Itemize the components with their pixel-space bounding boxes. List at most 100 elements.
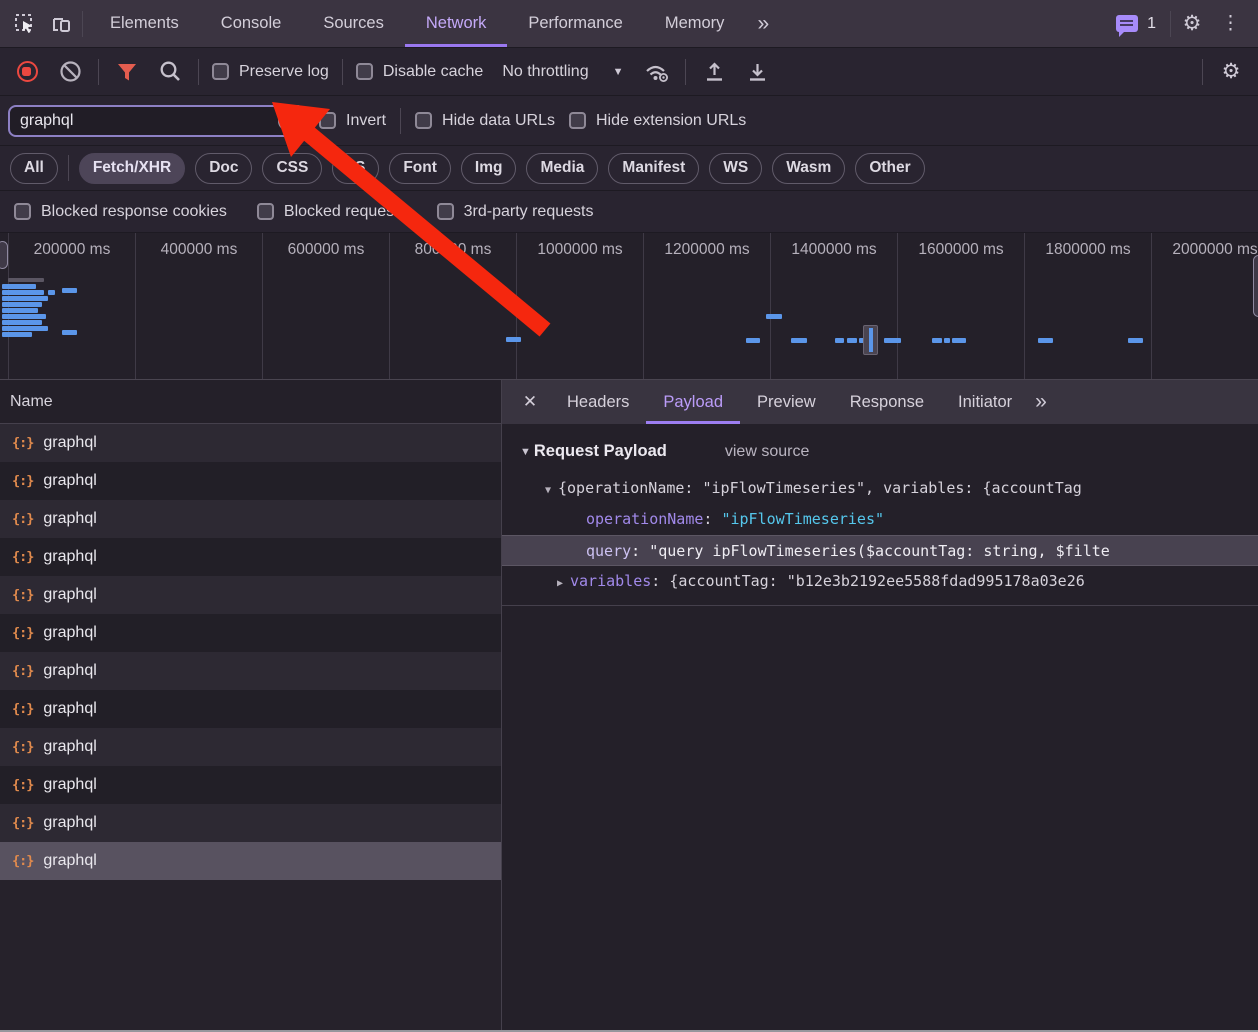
json-braces-icon: {:} xyxy=(12,625,33,641)
filter-chip-js[interactable]: JS xyxy=(332,153,379,184)
tab-preview[interactable]: Preview xyxy=(740,380,833,424)
checkbox-icon xyxy=(14,203,31,220)
filter-chip-media[interactable]: Media xyxy=(526,153,598,184)
filter-chip-wasm[interactable]: Wasm xyxy=(772,153,845,184)
table-row[interactable]: {:}graphql xyxy=(0,690,501,728)
close-details-icon[interactable]: ✕ xyxy=(510,392,550,412)
details-tabbar: ✕ HeadersPayloadPreviewResponseInitiator… xyxy=(502,380,1258,424)
invert-checkbox[interactable]: Invert xyxy=(319,112,386,130)
hide-extension-urls-checkbox[interactable]: Hide extension URLs xyxy=(569,112,746,130)
search-icon[interactable] xyxy=(155,55,185,89)
tab-network[interactable]: Network xyxy=(405,0,508,47)
table-row[interactable]: {:}graphql xyxy=(0,652,501,690)
disclosure-open-icon[interactable]: ▼ xyxy=(538,475,558,504)
hide-data-urls-checkbox[interactable]: Hide data URLs xyxy=(415,112,555,130)
tab-console[interactable]: Console xyxy=(200,0,303,47)
checkbox-icon xyxy=(319,112,336,129)
inspect-element-icon[interactable] xyxy=(10,7,40,41)
chevron-down-icon: ▼ xyxy=(613,66,624,78)
overview-left-handle[interactable] xyxy=(0,241,8,269)
request-name: graphql xyxy=(43,548,96,566)
filter-chip-font[interactable]: Font xyxy=(389,153,451,184)
filter-chip-css[interactable]: CSS xyxy=(262,153,322,184)
filter-chip-other[interactable]: Other xyxy=(855,153,924,184)
export-har-icon[interactable] xyxy=(742,55,772,89)
tab-performance[interactable]: Performance xyxy=(507,0,643,47)
issues-button[interactable]: 1 xyxy=(1108,15,1164,33)
filter-chip-manifest[interactable]: Manifest xyxy=(608,153,699,184)
device-toolbar-icon[interactable] xyxy=(46,7,76,41)
table-row[interactable]: {:} graphql xyxy=(0,614,501,652)
table-row[interactable]: {:}graphql xyxy=(0,500,501,538)
settings-gear-icon[interactable]: ⚙ xyxy=(1177,7,1207,41)
3rd-party-requests-checkbox[interactable]: 3rd-party requests xyxy=(437,203,594,221)
table-row[interactable]: {:}graphql xyxy=(0,424,501,462)
overview-column: 400000 ms xyxy=(135,233,262,379)
throttling-select[interactable]: No throttling ▼ xyxy=(496,63,629,81)
overview-time-label: 200000 ms xyxy=(9,241,135,259)
checkbox-label: 3rd-party requests xyxy=(464,203,594,221)
name-column-header[interactable]: Name xyxy=(0,380,501,424)
details-more-tabs-icon[interactable]: » xyxy=(1029,390,1051,414)
filter-chip-doc[interactable]: Doc xyxy=(195,153,252,184)
tab-payload[interactable]: Payload xyxy=(646,380,740,424)
filter-toggle-icon[interactable] xyxy=(112,55,142,89)
overview-bar xyxy=(506,337,521,342)
network-conditions-icon[interactable] xyxy=(642,55,672,89)
filter-row: ✕ Invert Hide data URLs Hide extension U… xyxy=(0,95,1258,145)
filter-chip-fetchxhr[interactable]: Fetch/XHR xyxy=(79,153,185,184)
overview-bar xyxy=(62,288,77,293)
blocked-response-cookies-checkbox[interactable]: Blocked response cookies xyxy=(14,203,227,221)
payload-operation-line[interactable]: operationName: "ipFlowTimeseries" xyxy=(502,504,1258,535)
disclosure-closed-icon[interactable]: ▶ xyxy=(550,568,570,597)
payload-query-line[interactable]: query: "query ipFlowTimeseries($accountT… xyxy=(502,535,1258,566)
json-braces-icon: {:} xyxy=(12,473,33,489)
tab-memory[interactable]: Memory xyxy=(644,0,746,47)
overflow-menu-icon[interactable]: ⋮ xyxy=(1213,12,1248,35)
request-name: graphql xyxy=(43,624,96,642)
overview-bar xyxy=(2,296,48,301)
tab-sources[interactable]: Sources xyxy=(302,0,405,47)
network-filter-input[interactable] xyxy=(8,105,305,137)
table-row[interactable]: {:}graphql xyxy=(0,576,501,614)
overview-bar xyxy=(1038,338,1053,343)
record-button[interactable] xyxy=(12,55,42,89)
tab-initiator[interactable]: Initiator xyxy=(941,380,1029,424)
network-overview-timeline[interactable]: 200000 ms400000 ms600000 ms800000 ms1000… xyxy=(0,232,1258,380)
table-row[interactable]: {:}graphql xyxy=(0,538,501,576)
table-row[interactable]: {:}graphql xyxy=(0,462,501,500)
request-name: graphql xyxy=(43,586,96,604)
import-har-icon[interactable] xyxy=(699,55,729,89)
tab-response[interactable]: Response xyxy=(833,380,941,424)
preserve-log-checkbox[interactable]: Preserve log xyxy=(212,63,329,81)
network-toolbar: Preserve log Disable cache No throttling… xyxy=(0,47,1258,95)
overview-column: 1600000 ms xyxy=(897,233,1024,379)
checkbox-icon xyxy=(437,203,454,220)
disable-cache-checkbox[interactable]: Disable cache xyxy=(356,63,484,81)
more-tabs-icon[interactable]: » xyxy=(751,12,773,36)
filter-chip-ws[interactable]: WS xyxy=(709,153,762,184)
divider xyxy=(68,155,69,181)
tab-headers[interactable]: Headers xyxy=(550,380,646,424)
blocked-requests-checkbox[interactable]: Blocked requests xyxy=(257,203,407,221)
clear-filter-icon[interactable]: ✕ xyxy=(278,111,298,131)
checkbox-icon xyxy=(257,203,274,220)
view-source-link[interactable]: view source xyxy=(725,443,809,461)
filter-chip-img[interactable]: Img xyxy=(461,153,517,184)
table-row[interactable]: {:}graphql xyxy=(0,842,501,880)
section-disclosure-icon[interactable]: ▼ xyxy=(520,446,531,458)
request-name: graphql xyxy=(43,776,96,794)
table-row[interactable]: {:}graphql xyxy=(0,728,501,766)
overview-time-label: 1600000 ms xyxy=(898,241,1024,259)
overview-time-label: 1400000 ms xyxy=(771,241,897,259)
json-braces-icon: {:} xyxy=(12,777,33,793)
overview-bar xyxy=(48,290,55,295)
payload-root-line[interactable]: ▼{operationName: "ipFlowTimeseries", var… xyxy=(502,473,1258,504)
filter-chip-all[interactable]: All xyxy=(10,153,58,184)
network-settings-gear-icon[interactable]: ⚙ xyxy=(1216,55,1246,89)
table-row[interactable]: {:} graphql xyxy=(0,766,501,804)
table-row[interactable]: {:}graphql xyxy=(0,804,501,842)
clear-button[interactable] xyxy=(55,55,85,89)
payload-variables-line[interactable]: ▶variables: {accountTag: "b12e3b2192ee55… xyxy=(502,566,1258,597)
tab-elements[interactable]: Elements xyxy=(89,0,200,47)
